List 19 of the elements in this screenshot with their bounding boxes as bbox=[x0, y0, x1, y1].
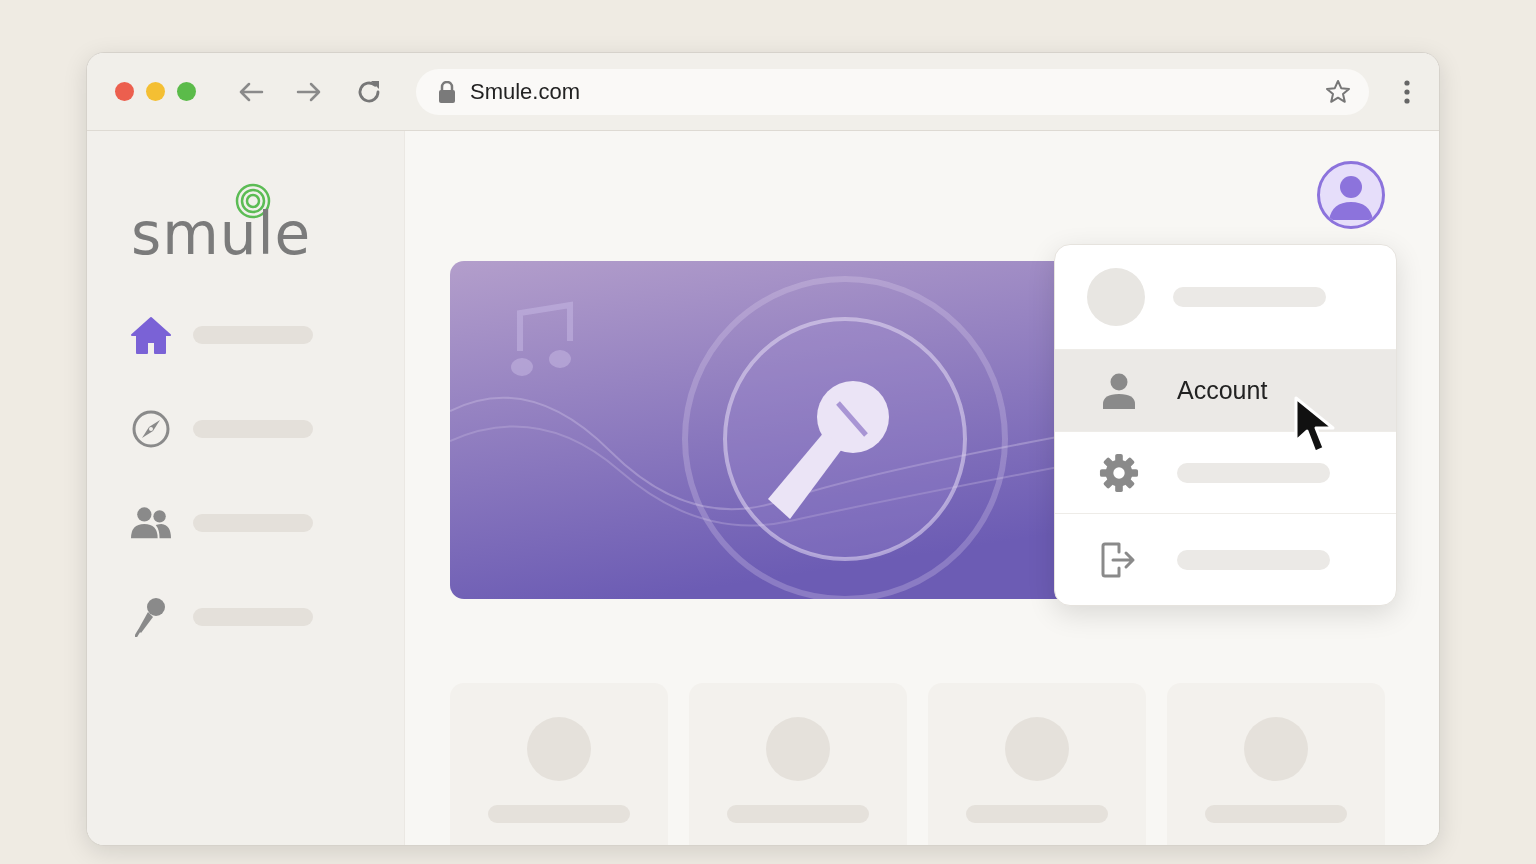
logout-icon bbox=[1101, 541, 1137, 578]
people-icon bbox=[131, 506, 171, 540]
address-bar[interactable]: Smule.com bbox=[416, 68, 1369, 115]
lock-icon bbox=[438, 80, 456, 103]
menu-item[interactable]: Account bbox=[1055, 350, 1396, 432]
reload-icon bbox=[356, 78, 382, 105]
microphone-icon bbox=[135, 597, 167, 637]
home-icon bbox=[131, 315, 171, 355]
compass-icon bbox=[131, 409, 171, 449]
url-text: Smule.com bbox=[470, 78, 582, 105]
back-arrow-icon bbox=[238, 80, 264, 103]
star-icon[interactable] bbox=[1325, 78, 1351, 105]
gear-icon bbox=[1099, 451, 1139, 494]
maximize-window-button[interactable] bbox=[177, 82, 196, 101]
forward-arrow-icon bbox=[296, 80, 322, 103]
more-menu-icon[interactable] bbox=[1403, 79, 1411, 104]
person-icon bbox=[1102, 372, 1136, 409]
logo-text: smule bbox=[131, 205, 312, 263]
close-window-button[interactable] bbox=[115, 82, 134, 101]
